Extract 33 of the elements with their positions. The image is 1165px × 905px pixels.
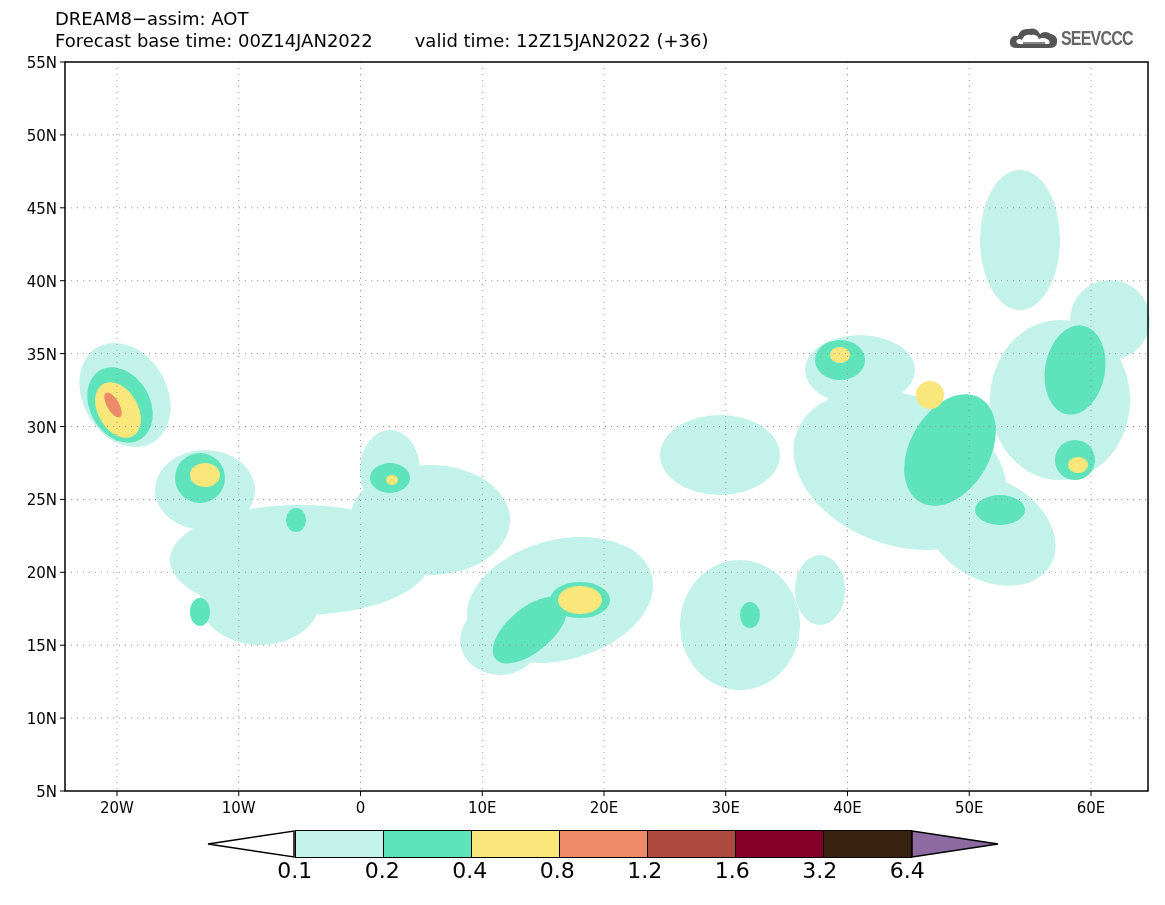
base-time: Forecast base time: 00Z14JAN2022 [55,30,373,51]
scale-label: 1.6 [713,858,751,884]
longitude-label: 0 [355,799,366,817]
scale-label: 1.2 [626,858,664,884]
longitude-label: 20W [100,799,134,817]
longitude-label: 60E [1076,799,1106,817]
longitude-label: 20E [589,799,619,817]
scale-label: 0.8 [538,858,576,884]
longitude-label: 30E [711,799,741,817]
latitude-label: 10N [26,710,57,729]
scale-label: 0.2 [363,858,401,884]
latitude-label: 40N [26,272,57,291]
longitude-label: 10E [467,799,497,817]
scale-label: 3.2 [801,858,839,884]
latitude-label: 20N [26,564,57,583]
latitude-label: 45N [26,199,57,218]
longitude-label: 50E [954,799,984,817]
cloud-icon [1009,26,1060,50]
scale-label: 0.1 [276,858,314,884]
scale-label: 0.4 [451,858,489,884]
map-title: DREAM8−assim: AOT [55,8,250,30]
latitude-label: 15N [26,637,57,656]
latitude-label: 50N [26,126,57,145]
latitude-label: 5N [36,783,57,801]
longitude-label: 40E [833,799,862,817]
longitude-label: 10W [221,799,256,817]
latitude-label: 35N [26,345,57,364]
scale-label: 6.4 [888,858,926,884]
valid-time: valid time: 12Z15JAN2022 (+36) [414,30,709,51]
latitude-label: 30N [26,418,57,437]
latitude-label: 55N [26,54,57,72]
latitude-label: 25N [26,491,57,510]
logo-text: SEEVCCC [1061,26,1134,50]
